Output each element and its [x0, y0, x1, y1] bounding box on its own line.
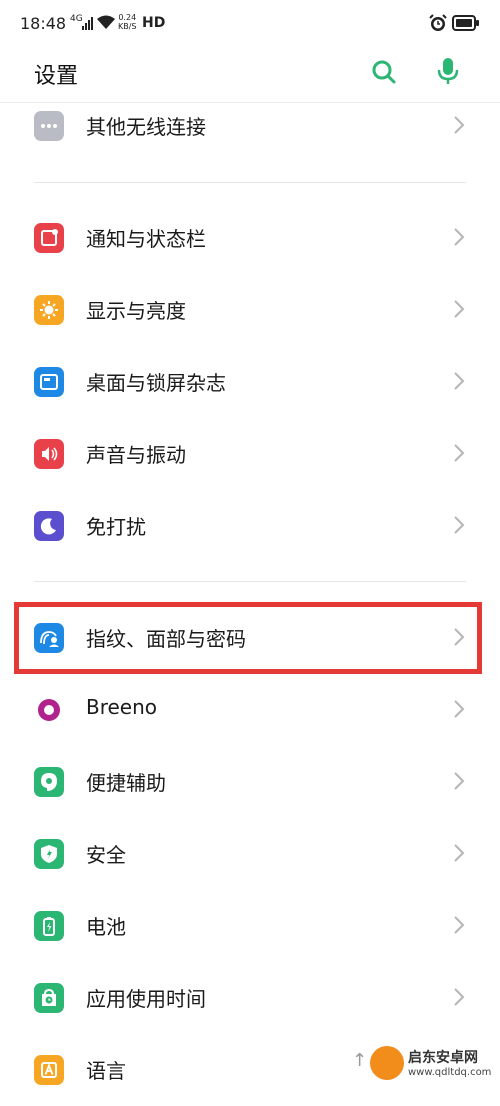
breeno-icon: [34, 695, 64, 725]
chevron-right-icon: [452, 514, 466, 540]
setting-label: 其他无线连接: [86, 115, 206, 139]
setting-desktop-lockscreen[interactable]: 桌面与锁屏杂志: [0, 346, 500, 418]
chevron-right-icon: [452, 298, 466, 324]
highlight-annotation: [14, 602, 482, 674]
microphone-icon: [437, 58, 459, 84]
setting-label: 显示与亮度: [86, 299, 186, 323]
chevron-right-icon: [452, 114, 466, 140]
network-speed: 0.24 KB/S: [118, 13, 137, 31]
speed-unit: KB/S: [118, 22, 137, 31]
setting-notification-statusbar[interactable]: 通知与状态栏: [0, 202, 500, 274]
speed-value: 0.24: [118, 13, 137, 22]
chevron-right-icon: [452, 914, 466, 940]
setting-label: 语言: [86, 1059, 126, 1083]
setting-label: Breeno: [86, 695, 158, 719]
more-dots-icon: [34, 111, 64, 141]
battery-icon: [34, 911, 64, 941]
speaker-icon: [34, 439, 64, 469]
wallpaper-icon: [34, 367, 64, 397]
voice-search-button[interactable]: [434, 56, 462, 86]
section-divider: [34, 182, 466, 183]
search-button[interactable]: [370, 58, 398, 86]
setting-other-wireless[interactable]: 其他无线连接: [0, 90, 500, 162]
setting-label: 应用使用时间: [86, 987, 206, 1011]
search-icon: [372, 60, 396, 84]
alarm-icon: [428, 13, 448, 37]
signal-icon: [82, 16, 94, 35]
setting-do-not-disturb[interactable]: 免打扰: [0, 490, 500, 562]
section-divider: [34, 581, 466, 582]
setting-display-brightness[interactable]: 显示与亮度: [0, 274, 500, 346]
shield-icon: [34, 839, 64, 869]
watermark-logo-icon: [370, 1046, 404, 1080]
chevron-right-icon: [452, 370, 466, 396]
hd-indicator: HD: [142, 15, 166, 31]
watermark-url: www.qdltdq.com: [408, 1067, 492, 1078]
setting-label: 通知与状态栏: [86, 227, 206, 251]
app-time-icon: [34, 983, 64, 1013]
page-title: 设置: [34, 64, 79, 89]
moon-icon: [34, 511, 64, 541]
status-time: 18:48: [20, 14, 67, 33]
setting-label: 桌面与锁屏杂志: [86, 371, 226, 395]
chevron-right-icon: [452, 442, 466, 468]
setting-label: 免打扰: [86, 515, 146, 539]
chevron-right-icon: [452, 698, 466, 724]
assist-icon: [34, 767, 64, 797]
setting-sound-vibration[interactable]: 声音与振动: [0, 418, 500, 490]
scroll-up-arrow-icon: ↑: [352, 1050, 368, 1071]
chevron-right-icon: [452, 226, 466, 252]
watermark-brand: 启东安卓网: [408, 1050, 478, 1066]
setting-label: 声音与振动: [86, 443, 186, 467]
language-icon: [34, 1055, 64, 1085]
setting-convenient-assist[interactable]: 便捷辅助: [0, 746, 500, 818]
setting-label: 便捷辅助: [86, 771, 166, 795]
network-type: 4G: [70, 14, 83, 24]
site-watermark: 启东安卓网 www.qdltdq.com: [370, 1046, 496, 1084]
chevron-right-icon: [452, 842, 466, 868]
notification-icon: [34, 223, 64, 253]
battery-status-icon: [452, 15, 480, 35]
setting-security[interactable]: 安全: [0, 818, 500, 890]
chevron-right-icon: [452, 770, 466, 796]
setting-label: 安全: [86, 843, 126, 867]
chevron-right-icon: [452, 986, 466, 1012]
setting-app-usage-time[interactable]: 应用使用时间: [0, 962, 500, 1034]
setting-battery[interactable]: 电池: [0, 890, 500, 962]
status-bar: 18:48 4G 0.24 KB/S HD: [0, 0, 500, 48]
setting-label: 电池: [86, 915, 126, 939]
setting-breeno[interactable]: Breeno: [0, 674, 500, 746]
wifi-icon: [96, 14, 116, 34]
brightness-icon: [34, 295, 64, 325]
